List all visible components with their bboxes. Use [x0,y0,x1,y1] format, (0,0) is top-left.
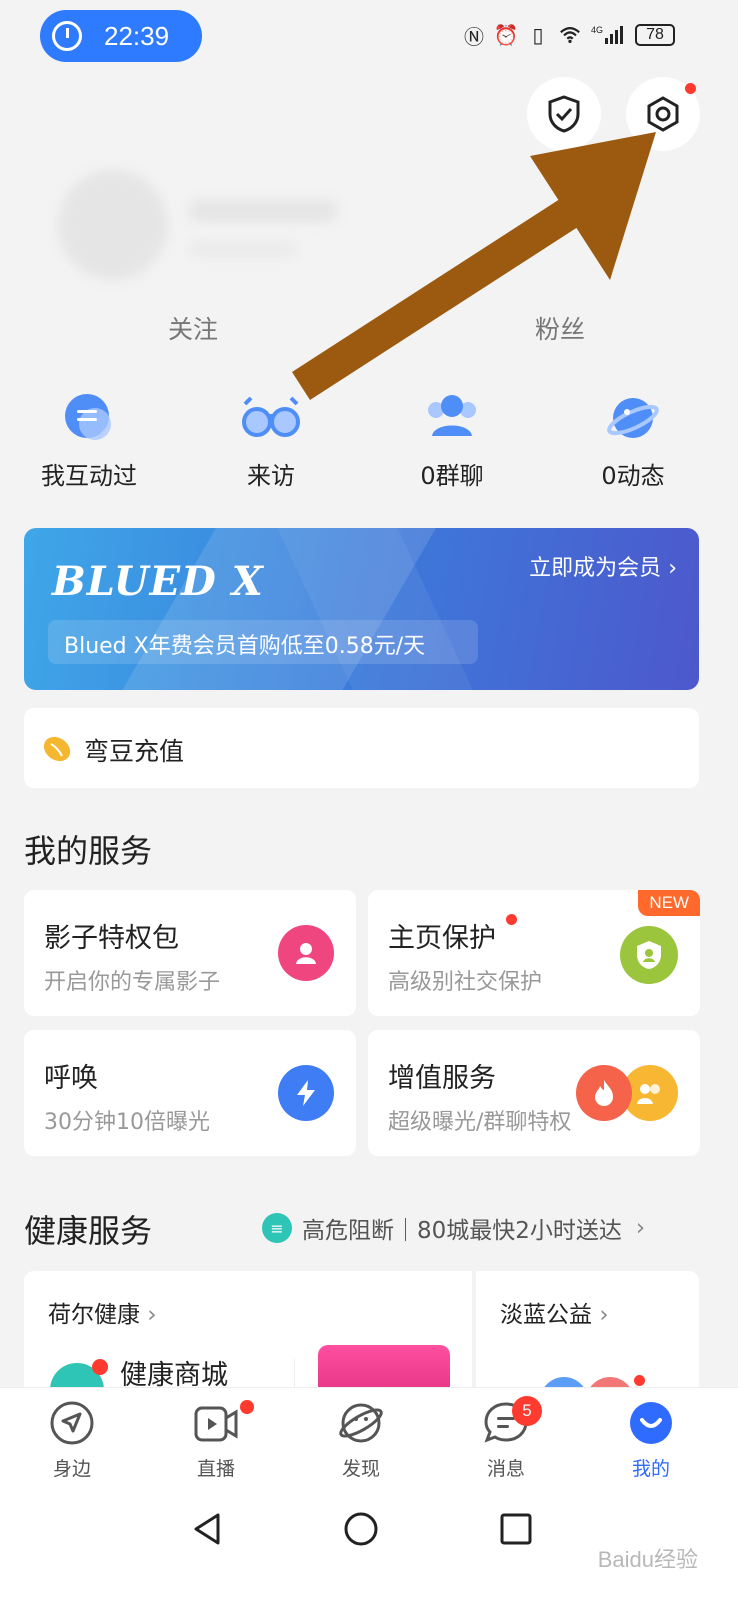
chevron-right-icon: › [599,1302,609,1328]
pill-icon: ≡ [262,1213,292,1243]
quick-item-label: 来访 [247,462,295,490]
quick-item-visitors[interactable]: 来访 [196,390,346,500]
vibrate-icon: ▯ [532,23,544,47]
chevron-right-icon: › [668,556,677,581]
quick-item-label: 我互动过 [41,462,137,490]
chat-bubble-icon [65,394,111,440]
signal-icon: 4G [591,24,625,46]
recharge-card[interactable]: 弯豆充值 [24,708,699,788]
vip-logo: BLUED X [52,558,264,605]
recents-icon[interactable] [498,1511,534,1547]
vip-description: Blued X年费会员首购低至0.58元/天 [64,634,426,659]
quick-item-posts[interactable]: 0动态 [558,390,708,500]
nav-live[interactable]: 直播 [166,1400,266,1481]
system-nav-bar: Baidu经验 [0,1497,738,1600]
bottom-nav: 身边 直播 发现 5 消息 我的 [0,1387,738,1498]
health-card-title: 荷尔健康 [48,1302,140,1328]
nav-label: 我的 [631,1458,670,1480]
nav-me[interactable]: 我的 [601,1400,701,1481]
service-title: 呼唤 [44,1063,98,1094]
nav-label: 发现 [341,1458,380,1480]
health-title: 健康服务 [24,1212,153,1250]
service-subtitle: 超级曝光/群聊特权 [388,1110,572,1135]
notification-dot [634,1375,645,1386]
navigation-arrow-icon [50,1401,94,1445]
wifi-icon [559,24,581,46]
quick-item-interacted[interactable]: 我互动过 [14,390,164,500]
chevron-right-icon: › [635,1215,646,1241]
video-camera-icon [194,1406,238,1442]
svg-text:4G: 4G [591,25,603,35]
new-badge: NEW [638,890,700,916]
service-title: 主页保护 [388,923,496,954]
watermark: Baidu经验 [597,1547,698,1572]
nav-label: 消息 [486,1458,525,1480]
service-title: 影子特权包 [44,923,179,954]
status-icons: Ⓝ ⏰ ▯ 4G 78 [463,18,675,52]
profile-face-icon [630,1402,672,1444]
follow-label[interactable]: 关注 [138,310,248,346]
services-title: 我的服务 [24,832,153,870]
service-summon[interactable]: 呼唤 30分钟10倍曝光 [24,1030,356,1156]
notification-dot [92,1359,108,1375]
service-shadow-pack[interactable]: 影子特权包 开启你的专属影子 [24,890,356,1016]
quick-item-label: 0群聊 [420,462,484,490]
stopwatch-icon [52,21,82,51]
message-count-badge: 5 [512,1396,542,1426]
service-subtitle: 开启你的专属影子 [44,970,221,995]
nav-discover[interactable]: 发现 [311,1400,411,1481]
notification-dot [506,914,517,925]
shadow-user-icon [278,925,334,981]
timer-pill[interactable]: 22:39 [40,10,202,62]
battery-icon: 78 [635,24,675,46]
alarm-icon: ⏰ [493,23,519,47]
vip-cta-link[interactable]: 立即成为会员 › [529,550,677,582]
nfc-icon: Ⓝ [464,24,484,49]
recharge-label: 弯豆充值 [84,737,185,766]
status-time: 22:39 [104,20,170,51]
service-title: 增值服务 [388,1063,496,1094]
fire-icon [576,1065,632,1121]
annotation-arrow [292,132,656,400]
quick-item-groups[interactable]: 0群聊 [377,390,527,500]
nav-messages[interactable]: 5 消息 [456,1396,556,1481]
health-promo-text: 高危阻断｜80城最快2小时送达 [302,1218,622,1244]
lightning-icon [278,1065,334,1121]
profile-shield-icon [620,926,678,984]
home-icon[interactable] [343,1511,379,1547]
service-subtitle: 高级别社交保护 [388,970,543,995]
service-subtitle: 30分钟10倍曝光 [44,1110,210,1135]
nav-label: 身边 [52,1458,91,1480]
service-value-added[interactable]: 增值服务 超级曝光/群聊特权 [368,1030,700,1156]
quick-item-label: 0动态 [601,462,665,490]
back-icon[interactable] [190,1511,226,1547]
service-profile-protection[interactable]: 主页保护 高级别社交保护 NEW [368,890,700,1016]
vip-cta-label: 立即成为会员 [529,556,662,581]
health-card-title: 淡蓝公益 [500,1302,592,1328]
nav-nearby[interactable]: 身边 [22,1400,122,1481]
notification-dot [240,1400,254,1414]
health-promo-link[interactable]: ≡ 高危阻断｜80城最快2小时送达 › [262,1212,645,1244]
notification-dot [685,83,696,94]
status-bar: 22:39 Ⓝ ⏰ ▯ 4G 78 [0,0,738,72]
nav-label: 直播 [196,1458,235,1480]
planet-face-icon [339,1403,383,1443]
chevron-right-icon: › [147,1302,157,1328]
vip-banner[interactable]: BLUED X 立即成为会员 › Blued X年费会员首购低至0.58元/天 [24,528,699,690]
bean-icon [43,736,71,762]
